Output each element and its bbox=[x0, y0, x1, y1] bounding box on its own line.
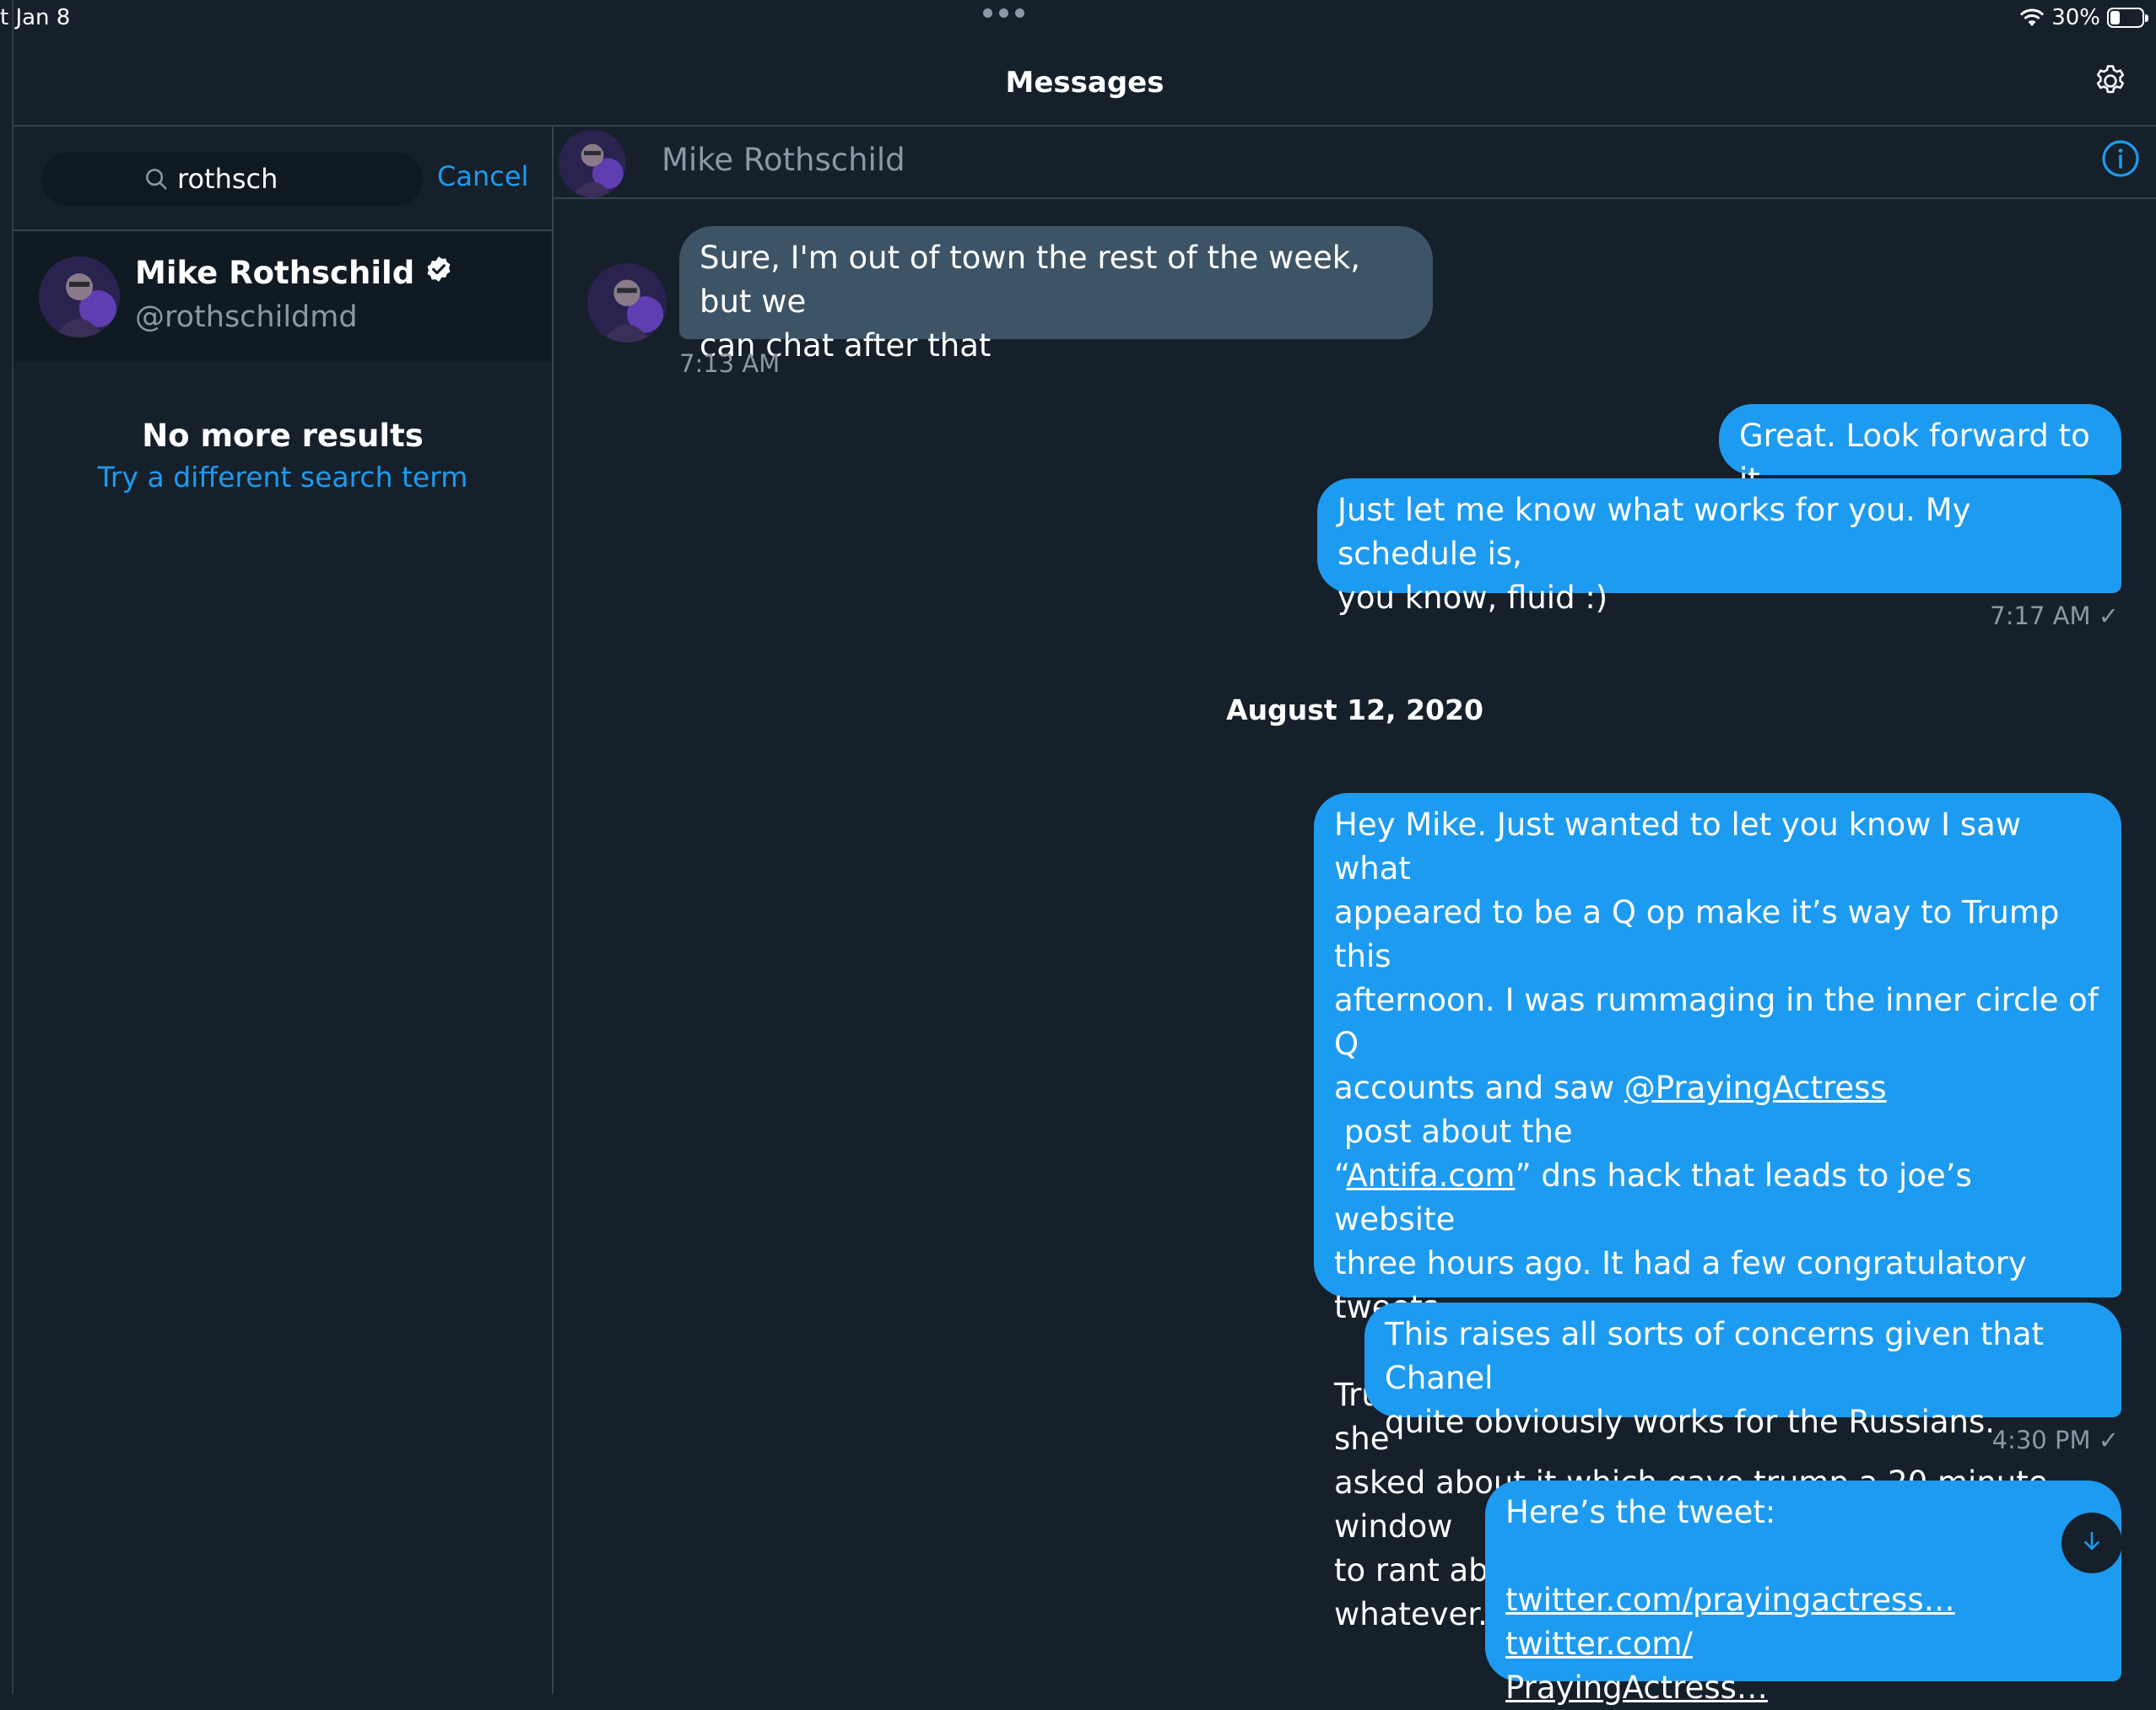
message-bubble-outgoing[interactable]: Here’s the tweet: twitter.com/prayingact… bbox=[1485, 1481, 2121, 1706]
message-line: “Antifa.com” dns hack that leads to joe’… bbox=[1334, 1154, 2101, 1242]
battery-icon bbox=[2107, 8, 2148, 28]
search-pane: Cancel Mike Rothschild @rothschildmd No … bbox=[14, 127, 554, 1694]
date-separator: August 12, 2020 bbox=[1226, 693, 1483, 726]
message-line: accounts and saw @PrayingActress post ab… bbox=[1334, 1066, 2101, 1154]
search-input[interactable] bbox=[177, 163, 321, 195]
message-line: PrayingActress… bbox=[1505, 1666, 2101, 1710]
message-line: Sure, I'm out of town the rest of the we… bbox=[700, 240, 1360, 320]
mention-link[interactable]: @PrayingActress bbox=[1624, 1070, 1887, 1106]
verified-badge-icon bbox=[424, 255, 453, 291]
paragraph-break bbox=[1505, 1535, 2101, 1578]
message-timestamp: 4:30 PM ✓ bbox=[1991, 1426, 2119, 1454]
message-line: Here’s the tweet: bbox=[1505, 1494, 1776, 1530]
message-line: Just let me know what works for you. My … bbox=[1337, 492, 1971, 572]
status-bar: t Jan 8 30% bbox=[0, 0, 2156, 40]
search-bar-row: Cancel bbox=[14, 127, 554, 231]
message-text: accounts and saw bbox=[1334, 1070, 1624, 1106]
arrow-down-icon bbox=[2079, 1529, 2105, 1557]
status-indicators: 30% bbox=[2019, 5, 2148, 30]
search-box[interactable] bbox=[41, 152, 423, 206]
message-timestamp: 7:17 AM ✓ bbox=[1990, 601, 2119, 630]
battery-percent: 30% bbox=[2051, 5, 2100, 30]
message-bubble-outgoing[interactable]: Just let me know what works for you. My … bbox=[1317, 478, 2121, 616]
message-line: This raises all sorts of concerns given … bbox=[1385, 1316, 2045, 1396]
url-link[interactable]: Antifa.com bbox=[1346, 1157, 1515, 1194]
message-bubble-incoming[interactable]: Sure, I'm out of town the rest of the we… bbox=[679, 226, 1433, 364]
message-bubble-outgoing[interactable]: This raises all sorts of concerns given … bbox=[1364, 1303, 2121, 1440]
avatar[interactable] bbox=[559, 130, 626, 197]
message-line: you know, fluid :) bbox=[1337, 580, 1608, 616]
conversation-title[interactable]: Mike Rothschild bbox=[662, 142, 905, 178]
url-link[interactable]: twitter.com/ bbox=[1505, 1626, 1693, 1662]
top-nav-bar: Messages bbox=[14, 40, 2156, 127]
gear-icon[interactable] bbox=[2092, 62, 2129, 103]
avatar bbox=[39, 256, 120, 337]
multitasking-dots-icon[interactable] bbox=[983, 8, 1024, 18]
user-handle: @rothschildmd bbox=[135, 300, 358, 334]
message-bubble-outgoing[interactable]: Hey Mike. Just wanted to let you know I … bbox=[1314, 793, 2121, 1632]
message-line: Hey Mike. Just wanted to let you know I … bbox=[1334, 806, 2022, 887]
message-text: post about the bbox=[1334, 1114, 1573, 1150]
search-result-user[interactable]: Mike Rothschild @rothschildmd bbox=[14, 231, 552, 361]
message-bubble-outgoing[interactable]: Great. Look forward to it. bbox=[1719, 404, 2121, 498]
conversation-header: Mike Rothschild bbox=[554, 127, 2156, 199]
message-line: can chat after that bbox=[700, 327, 992, 364]
status-time: t Jan 8 bbox=[0, 5, 71, 30]
url-link[interactable]: twitter.com/prayingactress… bbox=[1505, 1582, 1955, 1618]
scroll-to-bottom-button[interactable] bbox=[2061, 1513, 2122, 1573]
wifi-icon bbox=[2019, 8, 2045, 28]
message-line: afternoon. I was rummaging in the inner … bbox=[1334, 982, 2099, 1062]
cancel-button[interactable]: Cancel bbox=[437, 160, 528, 192]
avatar[interactable] bbox=[587, 263, 667, 343]
message-line: twitter.com/prayingactress… twitter.com/ bbox=[1505, 1578, 2101, 1666]
user-display-name: Mike Rothschild bbox=[135, 255, 415, 291]
no-results-title: No more results bbox=[142, 418, 424, 454]
message-line: appeared to be a Q op make it’s way to T… bbox=[1334, 894, 2060, 974]
message-text: “ bbox=[1334, 1157, 1347, 1194]
info-icon[interactable] bbox=[2100, 138, 2141, 182]
url-link[interactable]: PrayingActress… bbox=[1505, 1670, 1768, 1706]
no-more-results: No more results Try a different search t… bbox=[14, 418, 552, 494]
page-title: Messages bbox=[1005, 66, 1164, 100]
try-different-search-link[interactable]: Try a different search term bbox=[14, 461, 552, 494]
result-name: Mike Rothschild bbox=[135, 255, 453, 291]
search-icon bbox=[143, 166, 169, 191]
message-timestamp: 7:13 AM bbox=[679, 349, 781, 378]
